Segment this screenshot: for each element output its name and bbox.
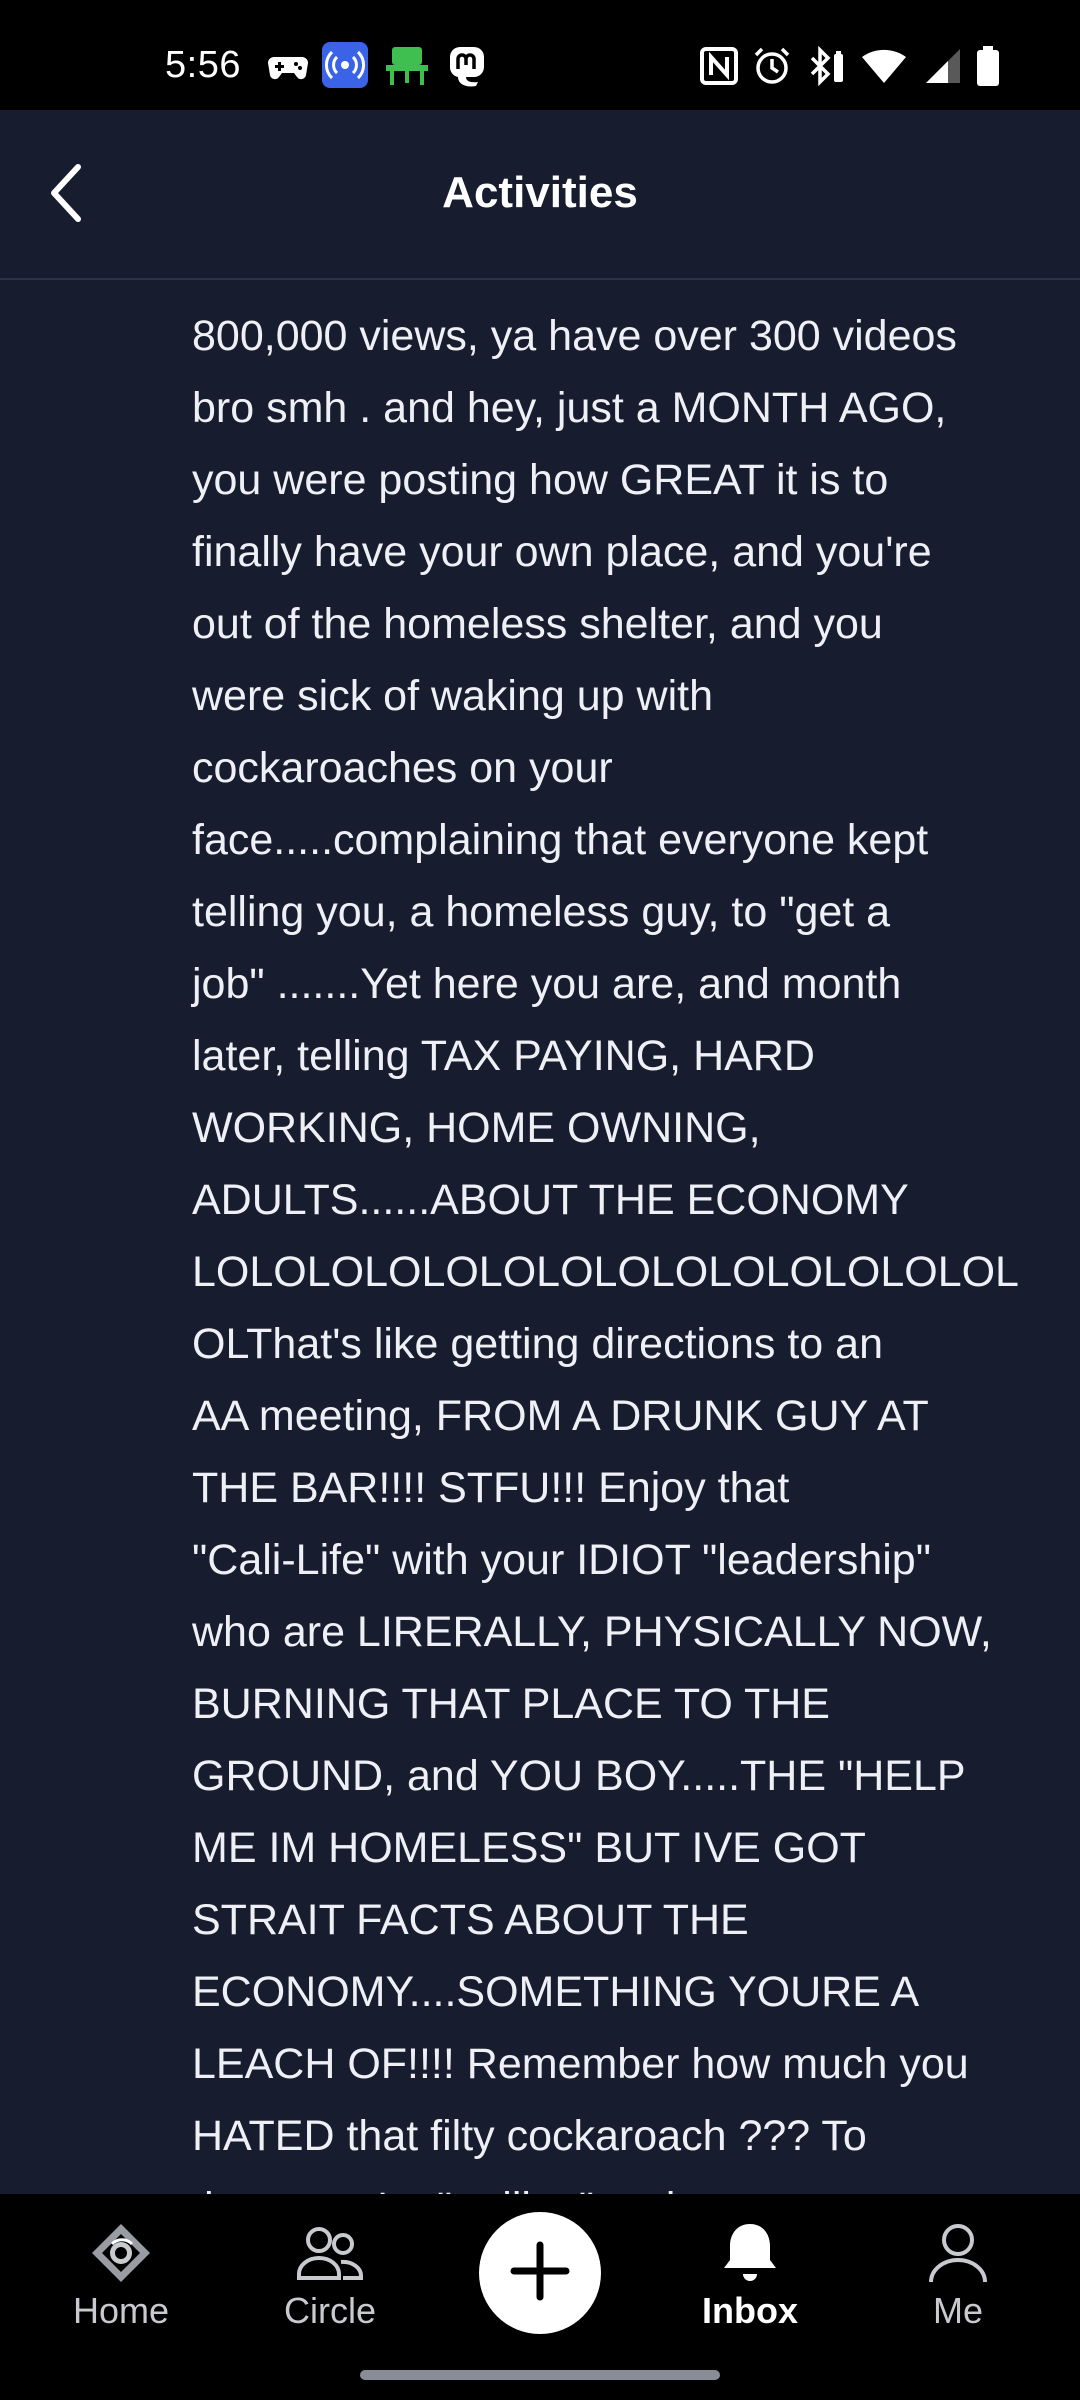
comment-line: WORKING, HOME OWNING, bbox=[192, 1104, 761, 1152]
comment-line: cockaroaches on your bbox=[192, 744, 613, 792]
page-title: Activities bbox=[442, 168, 638, 217]
gesture-bar[interactable] bbox=[360, 2370, 720, 2380]
comment-line: were sick of waking up with bbox=[192, 672, 713, 720]
comment-line: HATED that filty cockaroach ??? To bbox=[192, 2112, 867, 2160]
desk-chair-icon bbox=[382, 43, 432, 92]
comment-line: GROUND, and YOU BOY.....THE "HELP bbox=[192, 1752, 966, 1800]
nav-home-label: Home bbox=[72, 2290, 170, 2331]
comment-line: LOLOLOLOLOLOLOLOLOLOLOLOLOLOL bbox=[192, 1248, 1019, 1296]
comment-line: telling you, a homeless guy, to "get a bbox=[192, 888, 891, 936]
comment-line: bro smh . and hey, just a MONTH AGO, bbox=[192, 384, 947, 432]
nav-home[interactable]: Home bbox=[41, 2220, 201, 2332]
gamepad-icon bbox=[268, 47, 308, 88]
comment-line: out of the homeless shelter, and you bbox=[192, 600, 883, 648]
comment-line: STRAIT FACTS ABOUT THE bbox=[192, 1896, 749, 1944]
user-icon bbox=[923, 2220, 993, 2286]
comment-line: face.....complaining that everyone kept bbox=[192, 816, 929, 864]
comment-line: 800,000 views, ya have over 300 videos bbox=[192, 312, 957, 360]
comment-line: you were posting how GREAT it is to bbox=[192, 456, 889, 504]
comment-scroll-area[interactable]: 800,000 views, ya have over 300 videos br… bbox=[0, 280, 1080, 2194]
signal-icon bbox=[922, 47, 962, 90]
comment-line: AA meeting, FROM A DRUNK GUY AT bbox=[192, 1392, 929, 1440]
comment-line: ME IM HOMELESS" BUT IVE GOT bbox=[192, 1824, 866, 1872]
nav-inbox[interactable]: Inbox bbox=[670, 2220, 830, 2332]
home-logo-icon bbox=[86, 2220, 156, 2286]
app-header: Activities bbox=[0, 110, 1080, 280]
comment-text: 800,000 views, ya have over 300 videos br… bbox=[192, 300, 1032, 2194]
nav-inbox-label: Inbox bbox=[702, 2290, 798, 2331]
comment-line: job" .......Yet here you are, and month bbox=[192, 960, 902, 1008]
comment-line: ECONOMY....SOMETHING YOURE A bbox=[192, 1968, 920, 2016]
status-system-icons bbox=[700, 45, 1000, 91]
nav-me[interactable]: Me bbox=[878, 2220, 1038, 2332]
comment-line: later, telling TAX PAYING, HARD bbox=[192, 1032, 815, 1080]
wifi-icon bbox=[860, 47, 908, 90]
comment-line: BURNING THAT PLACE TO THE bbox=[192, 1680, 830, 1728]
nfc-icon bbox=[700, 47, 738, 90]
mastodon-icon bbox=[446, 43, 488, 92]
comment-line: ADULTS......ABOUT THE ECONOMY bbox=[192, 1176, 909, 1224]
nav-me-label: Me bbox=[932, 2290, 983, 2331]
comment-line: LEACH OF!!!! Remember how much you bbox=[192, 2040, 969, 2088]
comment-line: THE BAR!!!! STFU!!! Enjoy that bbox=[192, 1464, 790, 1512]
create-button[interactable] bbox=[479, 2212, 601, 2334]
plus-icon bbox=[510, 2241, 570, 2306]
comment-line: OLThat's like getting directions to an bbox=[192, 1320, 884, 1368]
comment-line: finally have your own place, and you're bbox=[192, 528, 932, 576]
broadcast-icon bbox=[322, 42, 368, 93]
battery-icon bbox=[976, 46, 1000, 91]
bell-icon bbox=[715, 2220, 785, 2286]
comment-line: those you're "trolling" on here.... to bbox=[192, 2172, 1032, 2194]
status-time: 5:56 bbox=[165, 44, 241, 86]
bottom-nav: Home Circle Inbox Me bbox=[0, 2194, 1080, 2400]
people-icon bbox=[295, 2220, 365, 2286]
comment-line: "Cali-Life" with your IDIOT "leadership" bbox=[192, 1536, 931, 1584]
alarm-icon bbox=[752, 46, 792, 91]
nav-circle[interactable]: Circle bbox=[250, 2220, 410, 2332]
status-bar: 5:56 bbox=[0, 0, 1080, 110]
nav-circle-label: Circle bbox=[283, 2290, 376, 2331]
bluetooth-battery-icon bbox=[806, 45, 846, 91]
status-notification-icons bbox=[268, 42, 488, 93]
comment-line: who are LIRERALLY, PHYSICALLY NOW, bbox=[192, 1608, 992, 1656]
